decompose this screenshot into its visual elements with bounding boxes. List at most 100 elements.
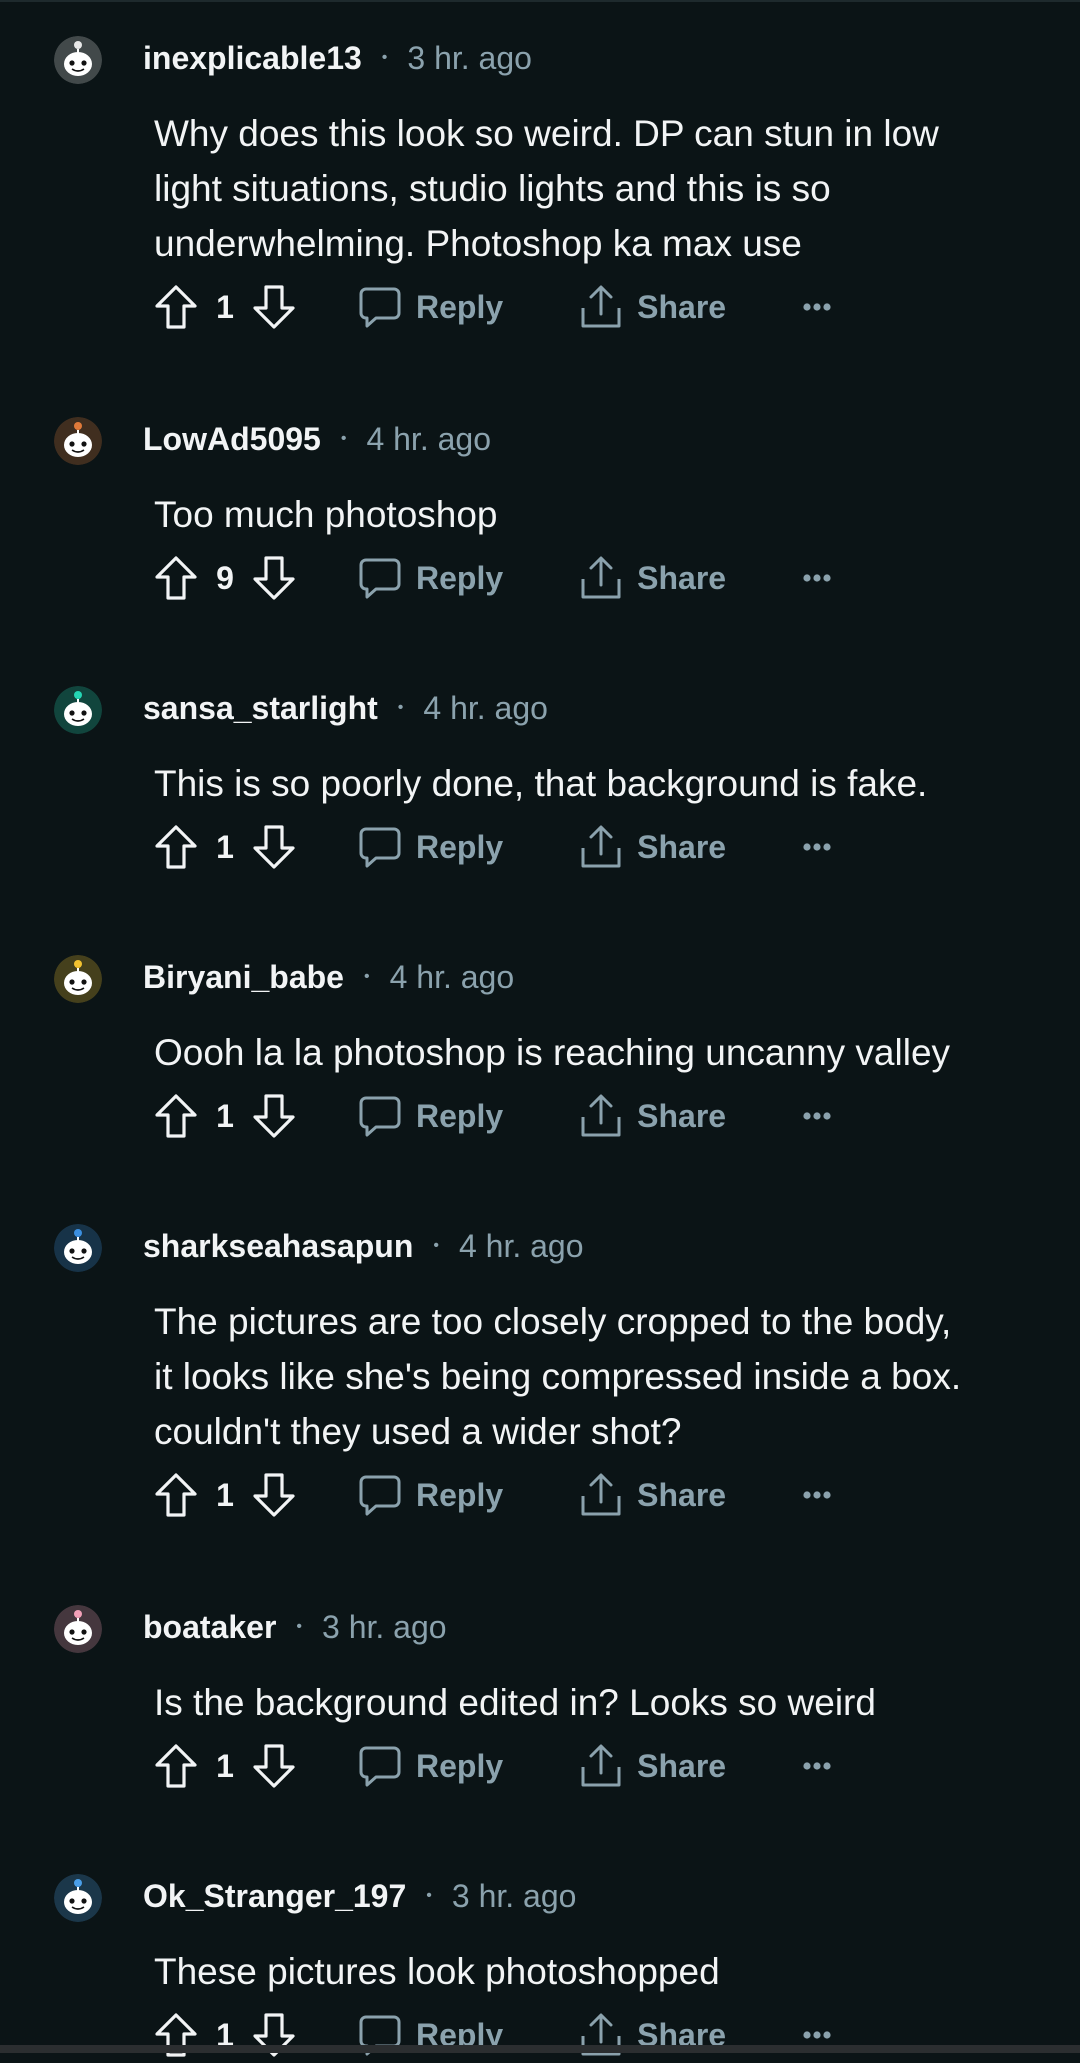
user-avatar[interactable] xyxy=(54,686,102,734)
comment-body: Too much photoshop xyxy=(154,487,1034,542)
comment-bubble-icon xyxy=(358,285,416,329)
comment-text-line: Why does this look so weird. DP can stun… xyxy=(154,113,939,154)
comment-text-line: it looks like she's being compressed ins… xyxy=(154,1356,962,1397)
share-label: Share xyxy=(637,1097,727,1134)
comment-actions: 1 Reply Share xyxy=(154,1467,832,1523)
timestamp: 3 hr. ago xyxy=(322,1608,447,1645)
share-label: Share xyxy=(637,1747,727,1784)
more-options-icon[interactable] xyxy=(802,1111,832,1121)
downvote-icon[interactable] xyxy=(252,1093,296,1139)
comment-meta: sharkseahasapun • 4 hr. ago xyxy=(143,1222,584,1270)
comment-bubble-icon xyxy=(358,1473,416,1517)
username[interactable]: LowAd5095 xyxy=(143,421,321,458)
username[interactable]: Biryani_babe xyxy=(143,959,344,996)
share-icon xyxy=(579,555,637,601)
reply-label: Reply xyxy=(416,828,504,865)
reply-button[interactable]: Reply xyxy=(358,285,503,329)
reply-button[interactable]: Reply xyxy=(358,1473,503,1517)
share-button[interactable]: Share xyxy=(579,1743,726,1789)
comment-body: Is the background edited in? Looks so we… xyxy=(154,1675,1034,1730)
share-label: Share xyxy=(637,828,727,865)
share-button[interactable]: Share xyxy=(579,824,726,870)
username[interactable]: sansa_starlight xyxy=(143,690,378,727)
comment-body: Oooh la la photoshop is reaching uncanny… xyxy=(154,1025,1034,1080)
comment-meta: LowAd5095 • 4 hr. ago xyxy=(143,415,491,463)
comment-body: Why does this look so weird. DP can stun… xyxy=(154,106,1034,271)
share-button[interactable]: Share xyxy=(579,1093,726,1139)
reply-button[interactable]: Reply xyxy=(358,556,503,600)
reply-label: Reply xyxy=(416,559,504,596)
reply-button[interactable]: Reply xyxy=(358,825,503,869)
more-options-icon[interactable] xyxy=(802,302,832,312)
upvote-icon[interactable] xyxy=(154,1743,198,1789)
reply-button[interactable]: Reply xyxy=(358,1094,503,1138)
downvote-icon[interactable] xyxy=(252,555,296,601)
separator-dot: • xyxy=(381,49,388,66)
comment-meta: boataker • 3 hr. ago xyxy=(143,1603,447,1651)
separator-dot: • xyxy=(296,1618,302,1635)
comment-body: The pictures are too closely cropped to … xyxy=(154,1294,1034,1459)
comment-text-line: This is so poorly done, that background … xyxy=(154,763,928,804)
share-button[interactable]: Share xyxy=(579,284,726,330)
comment-bubble-icon xyxy=(358,825,416,869)
downvote-icon[interactable] xyxy=(252,1472,296,1518)
username[interactable]: inexplicable13 xyxy=(143,40,362,77)
downvote-icon[interactable] xyxy=(252,1743,296,1789)
vote-count: 1 xyxy=(216,828,234,865)
comment-text-line: These pictures look photoshopped xyxy=(154,1951,720,1992)
share-button[interactable]: Share xyxy=(579,555,726,601)
comment-text-line: Is the background edited in? Looks so we… xyxy=(154,1682,876,1723)
username[interactable]: sharkseahasapun xyxy=(143,1228,413,1265)
more-options-icon[interactable] xyxy=(802,1490,832,1500)
username[interactable]: boataker xyxy=(143,1609,276,1646)
comment-meta: Ok_Stranger_197 • 3 hr. ago xyxy=(143,1872,576,1920)
share-label: Share xyxy=(637,1476,727,1513)
comment-text-line: Too much photoshop xyxy=(154,494,498,535)
comment-actions: 1 Reply Share xyxy=(154,2007,832,2063)
upvote-icon[interactable] xyxy=(154,555,198,601)
share-icon xyxy=(579,1093,637,1139)
comment-text-line: couldn't they used a wider shot? xyxy=(154,1411,682,1452)
timestamp: 4 hr. ago xyxy=(423,689,548,726)
more-options-icon[interactable] xyxy=(802,573,832,583)
upvote-icon[interactable] xyxy=(154,1093,198,1139)
upvote-icon[interactable] xyxy=(154,824,198,870)
downvote-icon[interactable] xyxy=(252,824,296,870)
upvote-icon[interactable] xyxy=(154,284,198,330)
vote-count: 1 xyxy=(216,1476,234,1513)
vote-count: 1 xyxy=(216,1747,234,1784)
comment-actions: 1 Reply Share xyxy=(154,279,832,335)
reply-label: Reply xyxy=(416,1747,504,1784)
share-label: Share xyxy=(637,288,727,325)
username[interactable]: Ok_Stranger_197 xyxy=(143,1878,406,1915)
more-options-icon[interactable] xyxy=(802,842,832,852)
separator-dot: • xyxy=(340,430,347,447)
vote-count: 1 xyxy=(216,1097,234,1134)
timestamp: 4 hr. ago xyxy=(458,1227,584,1264)
vote-count: 9 xyxy=(216,559,234,596)
comment-actions: 1 Reply Share xyxy=(154,819,832,875)
share-icon xyxy=(579,824,637,870)
reply-button[interactable]: Reply xyxy=(358,1744,503,1788)
user-avatar[interactable] xyxy=(54,955,102,1003)
separator-dot: • xyxy=(426,1887,432,1904)
user-avatar[interactable] xyxy=(54,1605,102,1653)
share-button[interactable]: Share xyxy=(579,1472,726,1518)
reply-label: Reply xyxy=(416,1097,504,1134)
share-label: Share xyxy=(637,559,727,596)
user-avatar[interactable] xyxy=(54,36,102,84)
more-options-icon[interactable] xyxy=(802,1761,832,1771)
share-icon xyxy=(579,284,637,330)
comment-body: This is so poorly done, that background … xyxy=(154,756,1034,811)
more-options-icon[interactable] xyxy=(802,2030,832,2040)
user-avatar[interactable] xyxy=(54,417,102,465)
comment-text-line: underwhelming. Photoshop ka max use xyxy=(154,223,802,264)
top-divider xyxy=(0,0,1080,2)
user-avatar[interactable] xyxy=(54,1874,102,1922)
downvote-icon[interactable] xyxy=(252,284,296,330)
user-avatar[interactable] xyxy=(54,1224,102,1272)
reply-label: Reply xyxy=(416,288,504,325)
upvote-icon[interactable] xyxy=(154,1472,198,1518)
comment-text-line: Oooh la la photoshop is reaching uncanny… xyxy=(154,1032,951,1073)
vote-count: 1 xyxy=(216,288,234,325)
